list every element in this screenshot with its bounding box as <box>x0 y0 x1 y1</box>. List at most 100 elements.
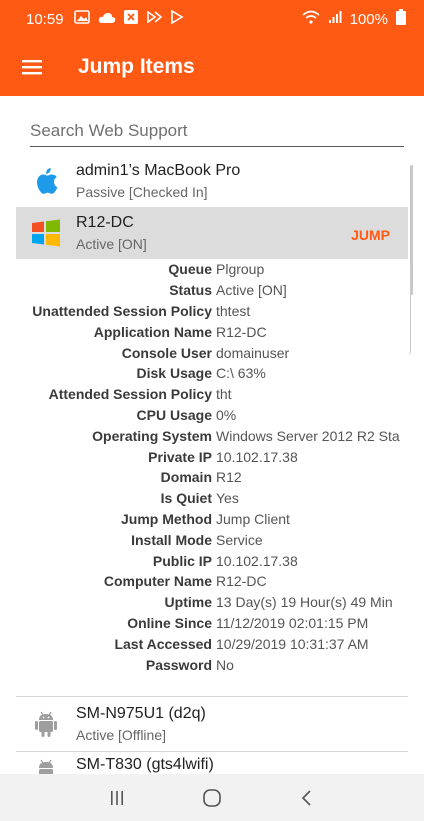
detail-value: Jump Client <box>216 510 290 527</box>
hamburger-icon <box>22 60 42 75</box>
detail-row-cpu-usage: CPU Usage 0% <box>16 405 408 426</box>
detail-label: Install Mode <box>131 531 212 548</box>
search-field <box>30 117 404 147</box>
detail-label: Attended Session Policy <box>48 386 212 403</box>
jump-item-status: Passive [Checked In] <box>76 184 208 200</box>
detail-value: No <box>216 656 234 673</box>
detail-row-attended-policy: Attended Session Policy tht <box>16 384 408 405</box>
wifi-icon <box>302 10 320 28</box>
system-nav-bar <box>0 774 424 821</box>
detail-value: Plgroup <box>216 261 265 278</box>
home-button[interactable] <box>192 778 232 818</box>
menu-button[interactable] <box>0 38 64 96</box>
detail-label: Jump Method <box>121 510 212 527</box>
back-icon <box>301 789 311 806</box>
detail-label: Password <box>145 656 212 673</box>
detail-value: Yes <box>216 490 239 507</box>
detail-value: Active [ON] <box>216 282 287 299</box>
detail-value: 11/12/2019 02:01:15 PM <box>216 614 369 631</box>
play-icon <box>170 9 184 28</box>
detail-value: tht <box>216 386 232 403</box>
detail-label: Operating System <box>92 427 212 444</box>
jump-item-details: Queue Plgroup Status Active [ON] Unattende… <box>16 259 408 693</box>
jump-item-status: Active [Offline] <box>76 727 167 743</box>
detail-value: R12-DC <box>216 323 267 340</box>
detail-value: C:\ 63% <box>216 365 266 382</box>
wifi-calling-icon <box>146 10 162 28</box>
detail-label: Unattended Session Policy <box>32 302 212 319</box>
detail-value: 10.102.17.38 <box>216 448 298 465</box>
windows-icon <box>16 219 76 247</box>
detail-row-application-name: Application Name R12-DC <box>16 321 408 342</box>
back-button[interactable] <box>287 778 327 818</box>
detail-value: 10/29/2019 10:31:37 AM <box>216 635 369 652</box>
android-icon <box>16 710 76 738</box>
signal-icon <box>328 10 342 28</box>
status-bar: 10:59 100% <box>0 0 424 38</box>
detail-label: Uptime <box>164 594 212 611</box>
detail-label: Online Since <box>127 614 212 631</box>
jump-item-name: admin1’s MacBook Pro <box>76 162 241 179</box>
detail-label: Console User <box>121 344 212 361</box>
jump-item-status: Active [ON] <box>76 236 147 252</box>
app-bar: Jump Items <box>0 38 424 96</box>
detail-row-console-user: Console User domainuser <box>16 342 408 363</box>
detail-label: Is Quiet <box>160 490 212 507</box>
detail-label: CPU Usage <box>136 406 212 423</box>
jump-button[interactable]: JUMP <box>351 227 390 243</box>
detail-label: Computer Name <box>103 573 212 590</box>
divider <box>16 751 408 752</box>
jump-item-sm-n975u1[interactable]: SM-N975U1 (d2q) Active [Offline] <box>16 697 408 751</box>
android-icon <box>16 754 76 774</box>
page-title: Jump Items <box>78 55 195 78</box>
detail-label: Private IP <box>148 448 212 465</box>
detail-row-status: Status Active [ON] <box>16 280 408 301</box>
detail-value: domainuser <box>216 344 290 361</box>
detail-row-unattended-policy: Unattended Session Policy thtest <box>16 301 408 322</box>
jump-item-name: SM-N975U1 (d2q) <box>76 705 206 722</box>
jump-item-r12-dc[interactable]: R12-DC Active [ON] JUMP <box>16 207 408 259</box>
jump-item-name: R12-DC <box>76 214 134 231</box>
detail-label: Status <box>169 282 212 299</box>
detail-value: 10.102.17.38 <box>216 552 298 569</box>
detail-row-last-accessed: Last Accessed 10/29/2019 10:31:37 AM <box>16 633 408 654</box>
clock: 10:59 <box>26 10 64 28</box>
detail-row-domain: Domain R12 <box>16 467 408 488</box>
detail-label: Application Name <box>93 323 212 340</box>
detail-value: Service <box>216 531 263 548</box>
cloud-icon <box>98 11 116 28</box>
detail-row-computer-name: Computer Name R12-DC <box>16 571 408 592</box>
detail-row-uptime: Uptime 13 Day(s) 19 Hour(s) 49 Min <box>16 592 408 613</box>
search-input[interactable] <box>30 117 404 145</box>
jump-item-macbook[interactable]: admin1’s MacBook Pro Passive [Checked In… <box>16 155 408 207</box>
detail-label: Queue <box>168 261 212 278</box>
battery-icon <box>396 9 406 29</box>
details-scrollbar[interactable] <box>408 263 411 355</box>
detail-row-is-quiet: Is Quiet Yes <box>16 488 408 509</box>
detail-row-disk-usage: Disk Usage C:\ 63% <box>16 363 408 384</box>
jump-item-sm-t830[interactable]: SM-T830 (gts4lwifi) <box>16 754 408 774</box>
detail-row-password: Password No <box>16 654 408 675</box>
detail-value: 13 Day(s) 19 Hour(s) 49 Min <box>216 594 393 611</box>
detail-row-online-since: Online Since 11/12/2019 02:01:15 PM <box>16 613 408 634</box>
detail-label: Last Accessed <box>114 635 212 652</box>
detail-label: Domain <box>160 469 212 486</box>
close-box-icon <box>123 10 138 28</box>
detail-value: 0% <box>216 406 237 423</box>
detail-value: thtest <box>216 302 251 319</box>
detail-row-public-ip: Public IP 10.102.17.38 <box>16 550 408 571</box>
apple-icon <box>16 167 76 195</box>
detail-row-install-mode: Install Mode Service <box>16 529 408 550</box>
detail-row-queue: Queue Plgroup <box>16 259 408 280</box>
recent-apps-button[interactable] <box>97 778 137 818</box>
detail-label: Public IP <box>152 552 212 569</box>
detail-value: R12-DC <box>216 573 267 590</box>
detail-value: R12 <box>216 469 242 486</box>
jump-item-name: SM-T830 (gts4lwifi) <box>76 756 214 773</box>
gallery-icon <box>73 10 90 28</box>
battery-level: 100% <box>349 10 388 28</box>
detail-row-jump-method: Jump Method Jump Client <box>16 509 408 530</box>
home-icon <box>203 788 221 807</box>
detail-label: Disk Usage <box>136 365 212 382</box>
detail-row-operating-system: Operating System Windows Server 2012 R2 S… <box>16 425 408 446</box>
